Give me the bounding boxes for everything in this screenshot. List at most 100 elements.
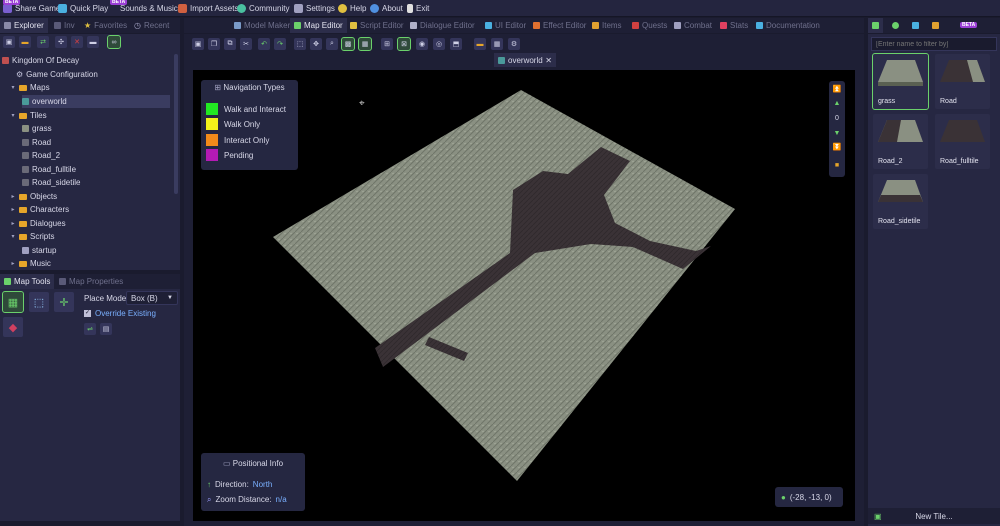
paste-button[interactable]: ⧉: [224, 38, 236, 50]
tab-script-editor[interactable]: Script Editor: [346, 18, 408, 33]
tree-item-road-fulltile[interactable]: Road_fulltile: [22, 163, 76, 176]
tab-items[interactable]: Items: [588, 18, 626, 33]
tree-folder-objects[interactable]: ▸ Objects: [10, 190, 57, 203]
rotate-button[interactable]: ▤: [100, 323, 112, 335]
tab-objects[interactable]: [888, 18, 903, 33]
new-folder-button[interactable]: ▬: [19, 36, 31, 48]
tab-map-editor[interactable]: Map Editor: [290, 18, 347, 33]
menu-import-assets[interactable]: Import Assets: [178, 0, 238, 17]
tab-characters[interactable]: [908, 18, 923, 33]
tree-folder-characters[interactable]: ▸ Characters: [10, 203, 69, 216]
tab-favorites[interactable]: ★ Favorites: [80, 18, 131, 33]
pan-button[interactable]: ✥: [310, 38, 322, 50]
tree-folder-tiles[interactable]: ▾ Tiles: [10, 109, 46, 122]
new-tile-button[interactable]: ▣ New Tile...: [868, 508, 1000, 524]
lock-layer-button[interactable]: ■: [832, 161, 842, 171]
tab-map-properties[interactable]: Map Properties: [55, 274, 127, 289]
select-area-button[interactable]: ⬚: [294, 38, 306, 50]
tree-item-road-2[interactable]: Road_2: [22, 149, 60, 162]
close-icon[interactable]: ✕: [545, 56, 552, 65]
menu-quick-play[interactable]: Quick Play: [58, 0, 108, 17]
nav-type-pending[interactable]: Pending: [206, 148, 253, 162]
tile-thumb-road-2[interactable]: Road_2: [873, 114, 928, 169]
link-button[interactable]: ∞: [107, 35, 121, 49]
tab-map-tools[interactable]: Map Tools: [0, 274, 55, 289]
menu-settings[interactable]: Settings: [294, 0, 335, 17]
tab-inventory[interactable]: Inv: [50, 18, 79, 33]
tab-recent[interactable]: ◷ Recent: [130, 18, 173, 33]
tile-filter-input[interactable]: [871, 37, 997, 51]
tab-documentation[interactable]: Documentation: [752, 18, 824, 33]
navigation-button[interactable]: ⊠: [397, 37, 411, 51]
tile-thumb-grass[interactable]: grass: [872, 53, 929, 110]
tab-combat[interactable]: Combat: [670, 18, 716, 33]
collapse-button[interactable]: ▬: [87, 36, 99, 48]
tree-folder-music[interactable]: ▸ Music: [10, 257, 50, 270]
tab-model-maker[interactable]: Model Maker: [230, 18, 294, 33]
menu-exit[interactable]: Exit: [407, 0, 429, 17]
copy-button[interactable]: ❐: [208, 38, 220, 50]
tree-folder-scripts[interactable]: ▾ Scripts: [10, 230, 54, 243]
nav-type-walk-only[interactable]: Walk Only: [206, 117, 260, 131]
tab-explorer[interactable]: Explorer: [0, 18, 48, 33]
override-existing-checkbox[interactable]: ✓ Override Existing: [84, 309, 156, 318]
layer-up-button[interactable]: ▲: [832, 99, 842, 109]
sync-button[interactable]: ⇄: [37, 36, 49, 48]
cut-button[interactable]: ✂: [240, 38, 252, 50]
tree-item-startup[interactable]: startup: [22, 244, 56, 257]
place-mode-select[interactable]: Box (B) ▼: [126, 291, 178, 305]
toggle-grid-button[interactable]: ▦: [491, 38, 503, 50]
move-tool-button[interactable]: ✛: [54, 292, 74, 312]
camera-button[interactable]: ◎: [433, 38, 445, 50]
new-asset-button[interactable]: ▣: [3, 36, 15, 48]
tab-stats[interactable]: Stats: [716, 18, 752, 33]
tree-item-road[interactable]: Road: [22, 136, 51, 149]
tab-dialogue-editor[interactable]: Dialogue Editor: [406, 18, 479, 33]
menu-help[interactable]: Help: [338, 0, 366, 17]
menu-sounds-music[interactable]: BETA Sounds & Music: [110, 0, 178, 17]
undo-button[interactable]: ↶: [258, 38, 270, 50]
redo-button[interactable]: ↷: [274, 38, 286, 50]
layer-bottom-button[interactable]: ⏬: [832, 143, 842, 153]
place-tool-button[interactable]: ▦: [2, 291, 24, 313]
tree-item-road-sidetile[interactable]: Road_sidetile: [22, 176, 80, 189]
heightmap-button[interactable]: ⊞: [381, 38, 393, 50]
save-map-button[interactable]: ▣: [192, 38, 204, 50]
nav-type-walk-interact[interactable]: Walk and Interact: [206, 102, 286, 116]
tree-project[interactable]: Kingdom Of Decay: [2, 54, 79, 67]
tab-tiles[interactable]: [868, 18, 883, 33]
expand-button[interactable]: ✣: [55, 36, 67, 48]
explorer-scrollbar[interactable]: [174, 54, 178, 194]
zoom-button[interactable]: ⌕: [326, 38, 338, 50]
tile-thumb-road-fulltile[interactable]: Road_fulltile: [935, 114, 990, 169]
tab-effect-editor[interactable]: Effect Editor: [529, 18, 590, 33]
view-3d-button[interactable]: ▩: [341, 37, 355, 51]
layer-down-button[interactable]: ▼: [832, 129, 842, 139]
flip-button[interactable]: ⇌: [84, 323, 96, 335]
tab-effects[interactable]: [928, 18, 943, 33]
lighting-button[interactable]: ◉: [416, 38, 428, 50]
menu-about[interactable]: About: [370, 0, 403, 17]
tree-item-game-config[interactable]: ⚙ Game Configuration: [16, 68, 98, 81]
menu-share-game[interactable]: Share Game BETA: [3, 0, 60, 17]
tab-quests[interactable]: Quests: [628, 18, 671, 33]
layer-top-button[interactable]: ⏫: [832, 85, 842, 95]
tree-folder-dialogues[interactable]: ▸ Dialogues: [10, 217, 65, 230]
nav-type-interact-only[interactable]: Interact Only: [206, 133, 269, 147]
document-tab-overworld[interactable]: overworld ✕: [494, 53, 556, 67]
open-folder-button[interactable]: ▬: [474, 38, 486, 50]
tile-thumb-road-sidetile[interactable]: Road_sidetile: [873, 174, 928, 229]
view-grid-button[interactable]: ▦: [358, 37, 372, 51]
erase-tool-button[interactable]: ◆: [3, 317, 23, 337]
objects-button[interactable]: ⬒: [450, 38, 462, 50]
delete-button[interactable]: ✕: [71, 36, 83, 48]
menu-community[interactable]: Community: [237, 0, 289, 17]
tab-ui-editor[interactable]: UI Editor: [481, 18, 530, 33]
tile-thumb-road[interactable]: Road: [935, 54, 990, 109]
select-tool-button[interactable]: ⬚: [29, 292, 49, 312]
tree-item-grass[interactable]: grass: [22, 122, 52, 135]
map-viewport[interactable]: ⌖ ⊞ Navigation Types Walk and Interact W…: [193, 70, 855, 521]
tree-item-overworld[interactable]: overworld: [22, 95, 170, 108]
settings-button[interactable]: ⚙: [508, 38, 520, 50]
tree-folder-maps[interactable]: ▾ Maps: [10, 81, 49, 94]
